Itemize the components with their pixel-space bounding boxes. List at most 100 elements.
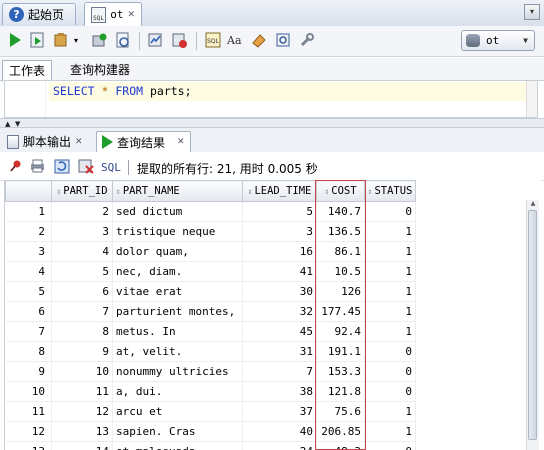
- print-icon[interactable]: [30, 159, 45, 173]
- cell-part-id[interactable]: 2: [51, 201, 113, 222]
- collapse-down-icon[interactable]: ▼: [15, 120, 20, 128]
- cell-part-name[interactable]: a, dui.: [112, 381, 243, 402]
- cell-cost[interactable]: 75.6: [316, 401, 365, 422]
- cell-lead-time[interactable]: 7: [242, 361, 317, 382]
- cell-lead-time[interactable]: 24: [242, 441, 317, 450]
- cell-cost[interactable]: 206.85: [316, 421, 365, 442]
- scrollbar-thumb[interactable]: [528, 210, 537, 440]
- column-header-cost[interactable]: ⇕ COST: [316, 180, 365, 202]
- table-row[interactable]: 3 4 dolor quam, 16 86.1 1: [5, 241, 526, 262]
- column-header-lead-time[interactable]: ⇕ LEAD_TIME: [242, 180, 317, 202]
- tab-start-page[interactable]: ? 起始页: [2, 3, 76, 25]
- sql-editor[interactable]: SELECT * FROM parts;: [4, 80, 538, 118]
- cell-lead-time[interactable]: 16: [242, 241, 317, 262]
- cell-lead-time[interactable]: 37: [242, 401, 317, 422]
- cell-status[interactable]: 0: [364, 441, 416, 450]
- cell-status[interactable]: 1: [364, 301, 416, 322]
- cell-cost[interactable]: 153.3: [316, 361, 365, 382]
- tab-ot-worksheet[interactable]: SQL ot ✕: [84, 2, 142, 26]
- cell-status[interactable]: 1: [364, 281, 416, 302]
- sql-link[interactable]: SQL: [101, 161, 121, 174]
- cell-status[interactable]: 1: [364, 321, 416, 342]
- editor-scrollbar[interactable]: [526, 81, 537, 117]
- table-row[interactable]: 10 11 a, dui. 38 121.8 0: [5, 381, 526, 402]
- cell-cost[interactable]: 48.3: [316, 441, 365, 450]
- cell-part-name[interactable]: sed dictum: [112, 201, 243, 222]
- table-row[interactable]: 7 8 metus. In 45 92.4 1: [5, 321, 526, 342]
- cell-part-name[interactable]: vitae erat: [112, 281, 243, 302]
- wrench-icon[interactable]: [298, 31, 316, 49]
- cell-cost[interactable]: 86.1: [316, 241, 365, 262]
- tab-worksheet[interactable]: 工作表: [2, 60, 53, 82]
- cell-part-id[interactable]: 8: [51, 321, 113, 342]
- find-icon[interactable]: [274, 31, 292, 49]
- cell-status[interactable]: 1: [364, 421, 416, 442]
- cell-cost[interactable]: 191.1: [316, 341, 365, 362]
- table-row[interactable]: 5 6 vitae erat 30 126 1: [5, 281, 526, 302]
- clear-icon[interactable]: [170, 31, 188, 49]
- close-icon[interactable]: ✕: [127, 10, 135, 20]
- cell-status[interactable]: 0: [364, 341, 416, 362]
- run-statement-icon[interactable]: [6, 31, 24, 49]
- cancel-query-icon[interactable]: [78, 159, 94, 174]
- eraser-icon[interactable]: [250, 31, 268, 49]
- table-row[interactable]: 11 12 arcu et 37 75.6 1: [5, 401, 526, 422]
- commit-icon[interactable]: [52, 31, 70, 49]
- cell-part-name[interactable]: dolor quam,: [112, 241, 243, 262]
- cell-status[interactable]: 1: [364, 241, 416, 262]
- cell-part-id[interactable]: 14: [51, 441, 113, 450]
- cell-part-id[interactable]: 4: [51, 241, 113, 262]
- grid-vertical-scrollbar[interactable]: ▲: [526, 200, 539, 450]
- results-grid[interactable]: ⇕ PART_ID ⇕ PART_NAME ⇕ LEAD_TIME ⇕ COST ⇕ ST…: [4, 180, 541, 450]
- cell-cost[interactable]: 92.4: [316, 321, 365, 342]
- cell-part-name[interactable]: sapien. Cras: [112, 421, 243, 442]
- cell-part-id[interactable]: 13: [51, 421, 113, 442]
- cell-lead-time[interactable]: 38: [242, 381, 317, 402]
- history-icon[interactable]: SQL: [204, 31, 222, 49]
- cell-lead-time[interactable]: 40: [242, 421, 317, 442]
- tab-script-output[interactable]: 脚本输出 ✕: [2, 131, 88, 152]
- cell-part-id[interactable]: 3: [51, 221, 113, 242]
- cell-part-id[interactable]: 10: [51, 361, 113, 382]
- cell-lead-time[interactable]: 41: [242, 261, 317, 282]
- rollback-icon[interactable]: [90, 31, 108, 49]
- scroll-up-icon[interactable]: ▲: [527, 200, 539, 209]
- refresh-sql-icon[interactable]: [54, 159, 70, 174]
- cell-cost[interactable]: 121.8: [316, 381, 365, 402]
- cell-cost[interactable]: 10.5: [316, 261, 365, 282]
- cell-part-name[interactable]: parturient montes,: [112, 301, 243, 322]
- table-row[interactable]: 12 13 sapien. Cras 40 206.85 1: [5, 421, 526, 442]
- autotrace-icon[interactable]: [114, 31, 132, 49]
- table-row[interactable]: 2 3 tristique neque 3 136.5 1: [5, 221, 526, 242]
- sql-statement[interactable]: SELECT * FROM parts;: [53, 84, 192, 98]
- cell-part-name[interactable]: nec, diam.: [112, 261, 243, 282]
- cell-lead-time[interactable]: 30: [242, 281, 317, 302]
- table-row[interactable]: 8 9 at, velit. 31 191.1 0: [5, 341, 526, 362]
- cell-lead-time[interactable]: 32: [242, 301, 317, 322]
- cell-part-id[interactable]: 12: [51, 401, 113, 422]
- cell-part-id[interactable]: 6: [51, 281, 113, 302]
- close-icon[interactable]: ✕: [177, 137, 185, 147]
- cell-part-name[interactable]: at, velit.: [112, 341, 243, 362]
- cell-lead-time[interactable]: 45: [242, 321, 317, 342]
- table-row[interactable]: 1314et malesuada2448.30: [5, 441, 526, 450]
- sql-tuning-icon[interactable]: [146, 31, 164, 49]
- cell-cost[interactable]: 177.45: [316, 301, 365, 322]
- run-script-icon[interactable]: [28, 31, 46, 49]
- format-icon[interactable]: Aa: [226, 31, 244, 49]
- pin-icon[interactable]: [10, 160, 22, 172]
- column-header-part-id[interactable]: ⇕ PART_ID: [51, 180, 113, 202]
- connection-select[interactable]: ot ▼: [461, 30, 535, 51]
- cell-part-name[interactable]: tristique neque: [112, 221, 243, 242]
- chevron-down-icon[interactable]: ▾: [74, 36, 78, 45]
- cell-status[interactable]: 0: [364, 201, 416, 222]
- cell-status[interactable]: 0: [364, 361, 416, 382]
- cell-cost[interactable]: 126: [316, 281, 365, 302]
- cell-part-name[interactable]: metus. In: [112, 321, 243, 342]
- expand-up-icon[interactable]: ▲: [5, 120, 10, 128]
- cell-status[interactable]: 1: [364, 221, 416, 242]
- cell-part-id[interactable]: 11: [51, 381, 113, 402]
- cell-part-id[interactable]: 5: [51, 261, 113, 282]
- cell-status[interactable]: 0: [364, 381, 416, 402]
- close-icon[interactable]: ✕: [75, 137, 83, 147]
